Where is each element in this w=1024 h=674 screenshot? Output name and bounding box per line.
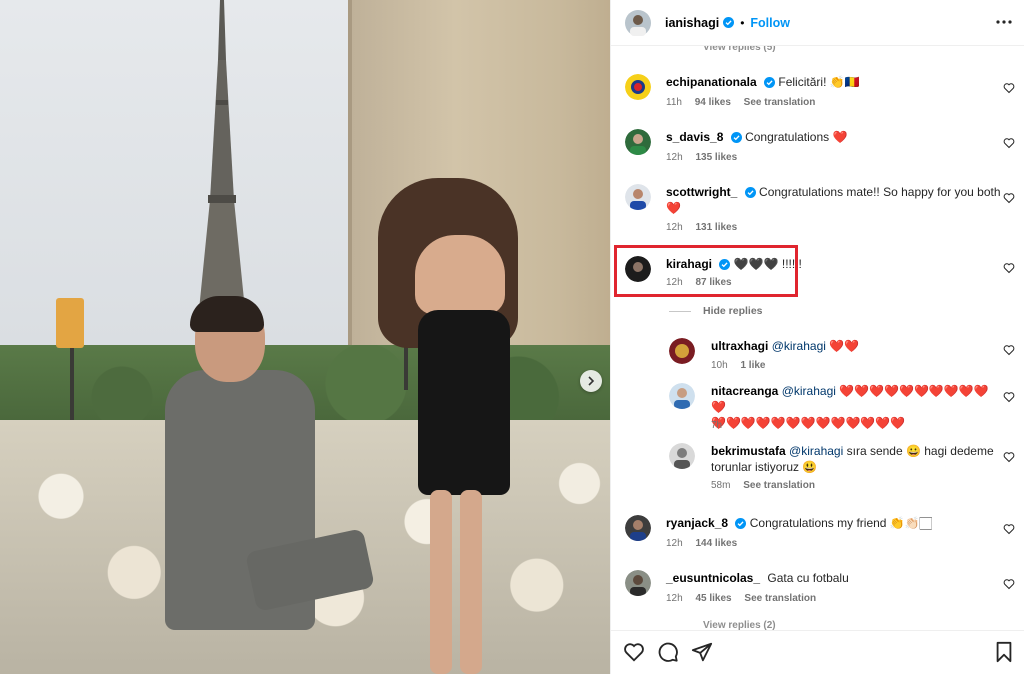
comment-text: Congratulations mate!! So happy for you … (759, 185, 1001, 199)
comment-bubble-icon[interactable] (657, 641, 679, 663)
post-photo[interactable] (0, 0, 610, 674)
post-actions-bar (611, 630, 1024, 674)
comment-text: Felicitări! 👏🇷🇴 (778, 75, 860, 89)
woman-leg (430, 490, 452, 674)
more-options-icon[interactable] (995, 13, 1013, 31)
like-heart-icon[interactable] (1003, 344, 1015, 356)
reply-time: 7h (711, 420, 723, 431)
comment-likes[interactable]: 131 likes (695, 222, 737, 233)
reply-text-continued: ❤️❤️❤️❤️❤️❤️❤️❤️❤️❤️❤️❤️❤️ (711, 416, 906, 430)
hide-replies-label: Hide replies (703, 305, 763, 317)
woman-dress (418, 310, 510, 495)
woman-leg (460, 490, 482, 674)
like-heart-icon[interactable] (1003, 523, 1015, 535)
see-translation-link[interactable]: See translation (744, 97, 816, 108)
hide-replies-button[interactable]: Hide replies (669, 305, 763, 317)
comment-username[interactable]: _eusuntnicolas_ (666, 571, 760, 585)
highlight-box (614, 245, 798, 297)
avatar[interactable] (625, 515, 651, 541)
man-hair (190, 296, 264, 332)
reply-text-continued: torunlar istiyoruz 😃 (711, 460, 818, 474)
reply-time: 10h (711, 360, 728, 371)
like-heart-icon[interactable] (1003, 391, 1015, 403)
avatar[interactable] (625, 184, 651, 210)
comment-time: 11h (666, 97, 682, 108)
comment-likes[interactable]: 45 likes (695, 593, 731, 604)
next-photo-button[interactable] (580, 370, 602, 392)
comment-time: 12h (666, 538, 683, 549)
chevron-right-icon (588, 376, 595, 386)
reply-likes[interactable]: 1 like (740, 360, 765, 371)
avatar[interactable] (625, 570, 651, 596)
reply-username[interactable]: bekrimustafa (711, 444, 786, 458)
comment-username[interactable]: s_davis_8 (666, 130, 723, 144)
verified-badge-icon (723, 17, 735, 28)
see-translation-link[interactable]: See translation (743, 480, 815, 491)
avatar[interactable] (625, 74, 651, 100)
mention-link[interactable]: @kirahagi (782, 384, 836, 398)
comment-username[interactable]: ryanjack_8 (666, 516, 728, 530)
woman-arms (415, 235, 505, 315)
like-heart-icon[interactable] (1003, 578, 1015, 590)
share-paper-plane-icon[interactable] (691, 641, 713, 663)
like-heart-icon[interactable] (1003, 192, 1015, 204)
comment-text: Congratulations ❤️ (745, 130, 848, 144)
avatar[interactable] (669, 443, 695, 469)
like-heart-icon[interactable] (1003, 262, 1015, 274)
comment-username[interactable]: scottwright_ (666, 185, 737, 199)
comment-text: Gata cu fotbalu (767, 571, 849, 585)
avatar[interactable] (669, 383, 695, 409)
avatar[interactable] (669, 338, 695, 364)
like-heart-icon[interactable] (1003, 451, 1015, 463)
reply-text: ❤️❤️ (829, 339, 860, 353)
see-translation-link[interactable]: See translation (744, 593, 816, 604)
comment-time: 12h (666, 222, 683, 233)
separator-dot: • (740, 15, 745, 30)
verified-badge-icon (730, 132, 742, 143)
reply-time: 58m (711, 480, 731, 491)
divider (669, 310, 691, 312)
verified-badge-icon (744, 187, 756, 198)
post-header: ianishagi • Follow (611, 0, 1024, 46)
mention-link[interactable]: @kirahagi (772, 339, 826, 353)
verified-badge-icon (735, 518, 747, 529)
bookmark-icon[interactable] (993, 641, 1015, 663)
comment-username[interactable]: echipanationala (666, 75, 757, 89)
comment-likes[interactable]: 144 likes (695, 538, 737, 549)
comments-panel: ianishagi • Follow View replies (5) echi… (610, 0, 1024, 674)
mention-link[interactable]: @kirahagi (789, 444, 843, 458)
reply-username[interactable]: ultraxhagi (711, 339, 768, 353)
follow-button[interactable]: Follow (750, 16, 790, 30)
reply-username[interactable]: nitacreanga (711, 384, 778, 398)
comment-time: 12h (666, 152, 683, 163)
comment-likes[interactable]: 94 likes (695, 97, 731, 108)
avatar[interactable] (625, 129, 651, 155)
photo-sky (0, 0, 360, 380)
comment-text-continued: ❤️ (666, 201, 681, 215)
comment-likes[interactable]: 135 likes (695, 152, 737, 163)
like-heart-icon[interactable] (623, 641, 645, 663)
reply-text: sıra sende 😀 hagi dedeme (846, 444, 994, 458)
comment-text: Congratulations my friend 👏👏🏻🏻 (749, 516, 932, 530)
like-heart-icon[interactable] (1003, 82, 1015, 94)
post-username[interactable]: ianishagi (665, 16, 719, 30)
like-heart-icon[interactable] (1003, 137, 1015, 149)
verified-badge-icon (764, 77, 776, 88)
avatar[interactable] (625, 9, 651, 36)
comment-time: 12h (666, 593, 683, 604)
lamp (56, 298, 84, 348)
